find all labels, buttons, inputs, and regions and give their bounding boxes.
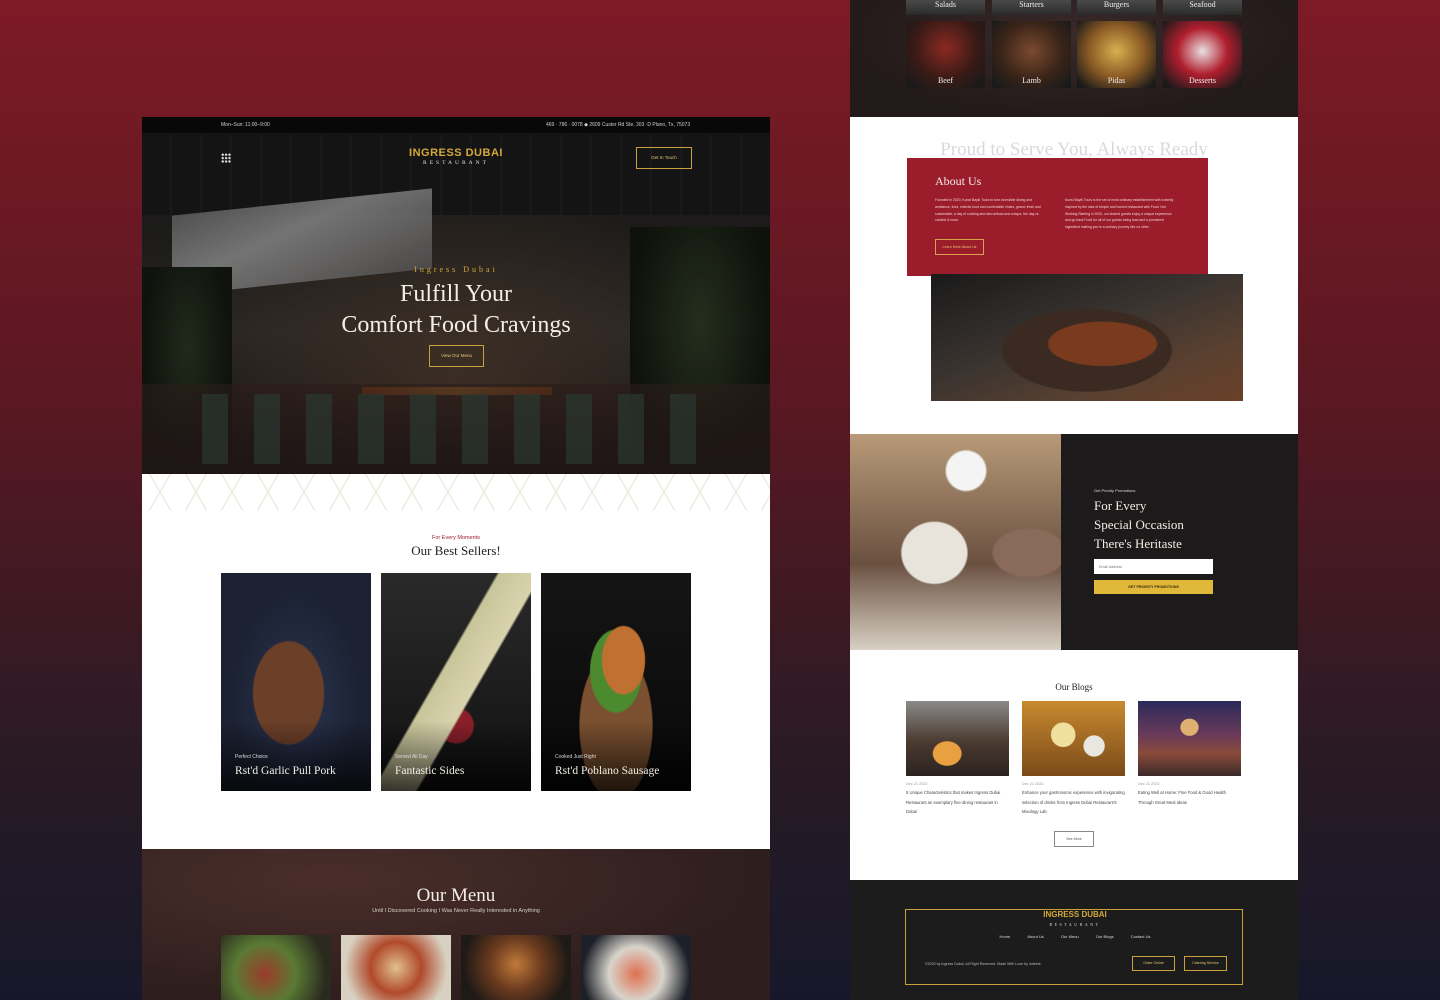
blog-title[interactable]: Eating Well at Home: Fine Food & Good He… [1138, 788, 1241, 807]
category-label: Starters [1019, 0, 1044, 9]
menu-subtitle: Until I Discovered Cooking I Was Never R… [372, 908, 540, 914]
menu-thumbnail[interactable] [461, 935, 571, 1000]
category-label: Seafood [1189, 0, 1216, 9]
card-kicker: Perfect Choice [235, 754, 268, 760]
about-paragraph: Founded in 2020, Kunst Bayik Tours to tu… [935, 198, 1041, 223]
homepage-mockup-left: Mon–Sun: 11:00–9:00 469 · 786 · 0078 ◆ 2… [142, 117, 770, 1000]
category-label: Pidas [1107, 76, 1126, 85]
category-label: Burgers [1103, 0, 1130, 9]
category-label: Salads [935, 0, 956, 9]
card-title: Rst'd Garlic Pull Pork [235, 765, 336, 777]
about-title: About Us [935, 174, 982, 188]
blog-title[interactable]: Enhance your gastronomic experience with… [1022, 788, 1125, 817]
site-logo[interactable]: INGRESS DUBAI RESTAURANT [406, 147, 506, 166]
hero-title-line1: Fulfill Your [399, 281, 513, 307]
footer-nav-menu[interactable]: Our Menu [1061, 934, 1079, 939]
hero-title: Fulfill Your Comfort Food Cravings [142, 279, 770, 341]
blog-card[interactable]: Dec 21 2022 Enhance your gastronomic exp… [1022, 701, 1125, 817]
hero-section: Mon–Sun: 11:00–9:00 469 · 786 · 0078 ◆ 2… [142, 117, 770, 474]
about-food-image [931, 274, 1243, 401]
card-kicker: Served All Day [395, 754, 428, 760]
footer-logo-name: INGRESS DUBAI [1037, 910, 1113, 919]
order-online-button[interactable]: Order Online [1132, 956, 1175, 971]
chef-serving-photo [850, 434, 1061, 650]
footer-nav: Home About Us Our Menu Our Blogs Contact… [906, 934, 1244, 939]
hexagon-pattern-divider [142, 474, 770, 510]
category-tile-pidas[interactable]: Pidas [1077, 21, 1156, 88]
menu-thumbnail[interactable] [341, 935, 451, 1000]
hero-title-line2: Comfort Food Cravings [341, 312, 571, 338]
promo-kicker: Get Priority Promotions [1094, 488, 1136, 493]
category-tile[interactable]: Seafood [1163, 0, 1242, 15]
about-section: Proud to Serve You, Always Ready About U… [850, 117, 1298, 434]
footer-logo[interactable]: INGRESS DUBAI RESTAURANT [906, 904, 1244, 927]
category-label: Beef [937, 76, 954, 85]
blog-date: Dec 21 2022 [1022, 782, 1044, 786]
category-tile[interactable]: Starters [992, 0, 1071, 15]
footer-frame: INGRESS DUBAI RESTAURANT Home About Us O… [905, 909, 1243, 985]
promo-title-line: There's Heritaste [1094, 536, 1182, 551]
card-title: Fantastic Sides [395, 765, 465, 777]
category-tile-desserts[interactable]: Desserts [1163, 21, 1242, 88]
blog-image [1138, 701, 1241, 776]
contact-info: 469 · 786 · 0078 ◆ 2609 Custer Rd Ste, 3… [546, 122, 691, 128]
best-seller-card[interactable]: Cooked Just Right Rst'd Poblano Sausage [541, 573, 691, 791]
category-tile-lamb[interactable]: Lamb [992, 21, 1071, 88]
get-in-touch-button[interactable]: Get In Touch [636, 147, 692, 169]
see-more-button[interactable]: See More [1054, 831, 1094, 847]
best-seller-card[interactable]: Perfect Choice Rst'd Garlic Pull Pork [221, 573, 371, 791]
top-bar: Mon–Sun: 11:00–9:00 469 · 786 · 0078 ◆ 2… [142, 117, 770, 133]
blog-image [906, 701, 1009, 776]
blog-date: Dec 21 2022 [1138, 782, 1160, 786]
email-field[interactable] [1094, 559, 1213, 574]
footer-logo-sub: RESTAURANT [1049, 922, 1101, 927]
about-box: About Us Founded in 2020, Kunst Bayik To… [907, 158, 1208, 276]
menu-thumbnail[interactable] [221, 935, 331, 1000]
catering-service-button[interactable]: Catering Service [1184, 956, 1227, 971]
logo-name: INGRESS DUBAI [409, 147, 503, 159]
view-menu-button[interactable]: View Our Menu [429, 345, 484, 367]
promo-title-line: For Every [1094, 498, 1147, 513]
footer: INGRESS DUBAI RESTAURANT Home About Us O… [850, 880, 1298, 1000]
blog-card[interactable]: Dec 21 2022 Eating Well at Home: Fine Fo… [1138, 701, 1241, 807]
homepage-mockup-right: Salads Starters Burgers Seafood Beef Lam… [850, 0, 1298, 1000]
card-title: Rst'd Poblano Sausage [555, 765, 660, 777]
category-label: Lamb [1022, 76, 1041, 85]
footer-nav-blogs[interactable]: Our Blogs [1096, 934, 1114, 939]
about-paragraph: Kunst Bayik Tours is the set of most ord… [1065, 198, 1174, 230]
footer-nav-home[interactable]: Home [999, 934, 1010, 939]
category-tile[interactable]: Salads [906, 0, 985, 15]
promotions-section: Get Priority Promotions For Every Specia… [850, 434, 1298, 650]
learn-more-button[interactable]: Learn More About Us [935, 239, 984, 255]
blog-date: Dec 21 2022 [906, 782, 928, 786]
blogs-section: Our Blogs Dec 21 2022 5 Unique Character… [850, 650, 1298, 880]
blogs-title: Our Blogs [1055, 682, 1093, 692]
footer-nav-contact[interactable]: Contact Us [1131, 934, 1151, 939]
blog-image [1022, 701, 1125, 776]
menu-categories-section: Salads Starters Burgers Seafood Beef Lam… [850, 0, 1298, 117]
promo-title-line: Special Occasion [1094, 517, 1184, 532]
blog-title[interactable]: 5 Unique Characteristics that makes Ingr… [906, 788, 1009, 817]
menu-grid-icon[interactable] [221, 153, 231, 163]
opening-hours: Mon–Sun: 11:00–9:00 [221, 122, 270, 128]
logo-sub: RESTAURANT [423, 160, 489, 166]
card-kicker: Cooked Just Right [555, 754, 596, 760]
menu-title: Our Menu [416, 885, 496, 906]
category-tile-beef[interactable]: Beef [906, 21, 985, 88]
copyright-text: ©2020 by Ingress Dubai. All Right Reserv… [925, 962, 1042, 966]
hero-kicker: Ingress Dubai [414, 265, 498, 274]
category-tile[interactable]: Burgers [1077, 0, 1156, 15]
footer-nav-about[interactable]: About Us [1027, 934, 1043, 939]
best-seller-card[interactable]: Served All Day Fantastic Sides [381, 573, 531, 791]
menu-thumbnail[interactable] [581, 935, 691, 1000]
best-sellers-title: Our Best Sellers! [411, 543, 501, 558]
blog-card[interactable]: Dec 21 2022 5 Unique Characteristics tha… [906, 701, 1009, 817]
best-sellers-kicker: For Every Moments [432, 535, 480, 541]
category-label: Desserts [1188, 76, 1217, 85]
our-menu-section: Our Menu Until I Discovered Cooking I Wa… [142, 849, 770, 1000]
get-promotions-button[interactable]: GET PRIORITY PROMOTIONS [1094, 580, 1213, 594]
promo-title: For Every Special Occasion There's Herit… [1094, 496, 1184, 553]
